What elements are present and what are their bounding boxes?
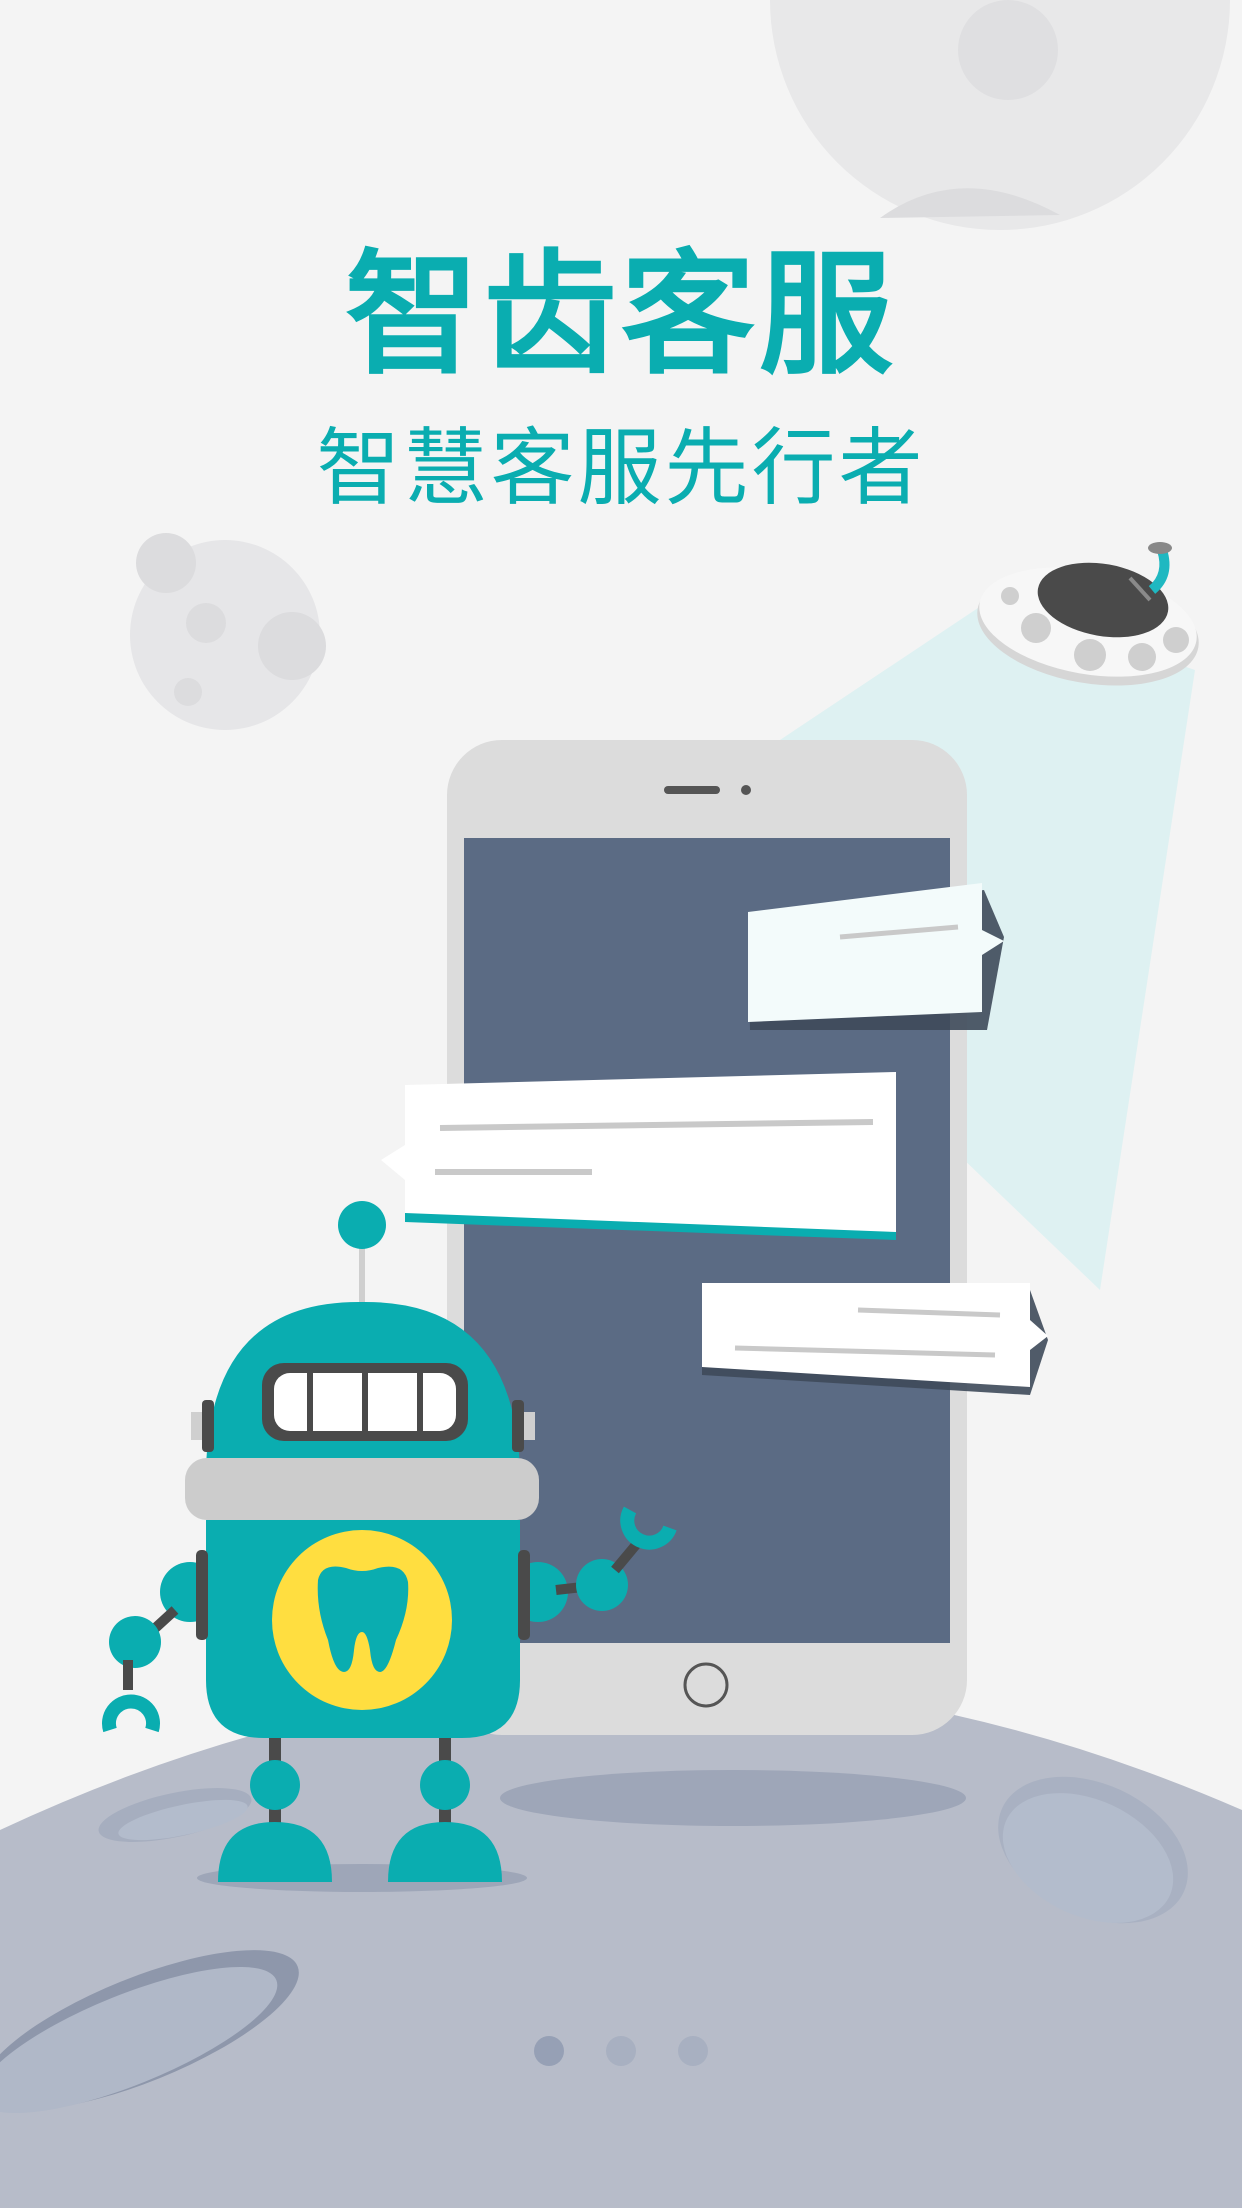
onboarding-screen: 智齿客服 智慧客服先行者 — [0, 0, 1242, 2208]
page-dot-2[interactable] — [606, 2036, 636, 2066]
app-slogan: 智慧客服先行者 — [316, 419, 926, 517]
moon-top-right — [770, 0, 1230, 230]
app-title: 智齿客服 — [344, 237, 897, 393]
chat-bubble-middle — [381, 1072, 896, 1240]
page-dot-1[interactable] — [534, 2036, 564, 2066]
planet-surface — [0, 1679, 1242, 2208]
page-indicator — [0, 2036, 1242, 2066]
moon-left — [130, 533, 326, 730]
page-dot-3[interactable] — [678, 2036, 708, 2066]
